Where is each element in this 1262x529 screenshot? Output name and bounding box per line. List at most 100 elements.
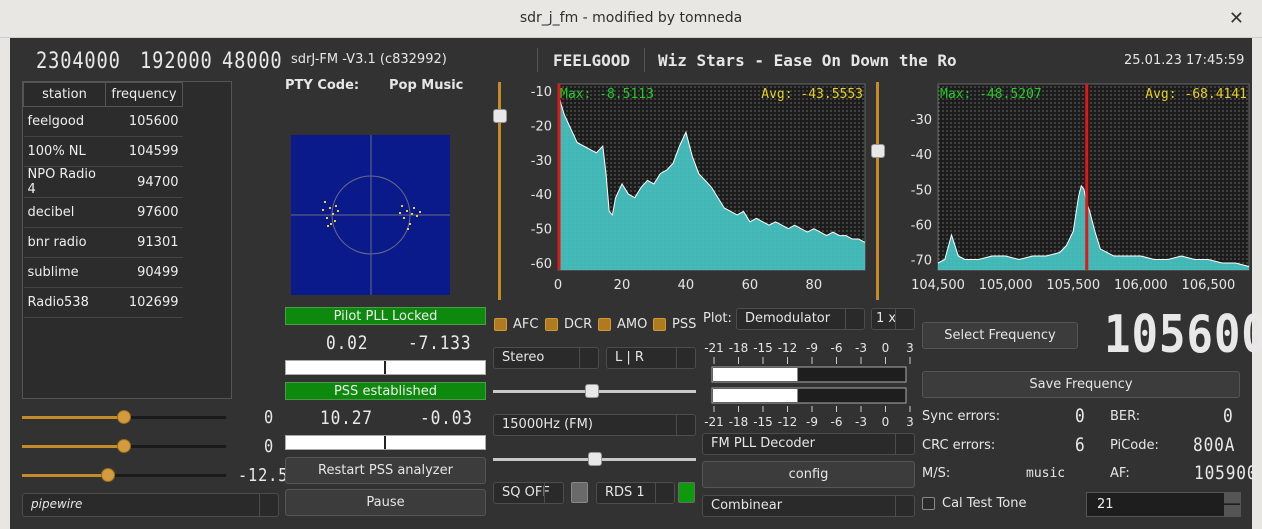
y-tick-label: -60	[531, 257, 552, 272]
gain-slider-2-knob[interactable]	[117, 439, 131, 453]
slider-track	[122, 445, 226, 448]
cal-test-tone-checkbox[interactable]	[922, 497, 935, 510]
channel-select[interactable]: L | R	[606, 347, 696, 369]
pss-checkbox[interactable]	[653, 318, 666, 331]
level-scale-label: -6	[831, 341, 843, 355]
close-icon[interactable]: ✕	[1229, 8, 1244, 29]
table-header-row: station frequency	[23, 82, 183, 107]
pilot-phase-bar	[285, 360, 486, 375]
filter-select[interactable]: 15000Hz (FM)	[493, 414, 696, 436]
gain-slider-3-knob[interactable]	[101, 468, 115, 482]
audio-rate-lcd: 48000	[222, 49, 283, 74]
station-name-cell[interactable]: NPO Radio 4	[23, 166, 106, 198]
table-row[interactable]: sublime 90499	[23, 257, 183, 288]
pause-button[interactable]: Pause	[285, 489, 486, 516]
ber-value: 0	[1223, 405, 1234, 427]
rds-select[interactable]: RDS 1	[596, 482, 675, 504]
balance-slider-knob[interactable]	[585, 384, 599, 398]
slider-track	[108, 474, 226, 477]
gain-slider-1-knob[interactable]	[117, 410, 131, 424]
ber-label: BER:	[1110, 409, 1141, 424]
save-frequency-button[interactable]: Save Frequency	[922, 371, 1240, 398]
level-scale-label: -15	[753, 341, 773, 355]
demodulator-spectrum: -10 -20 -30 -40 -50 -600 20 40 60 80 Max: -8.5113 A…	[531, 83, 866, 293]
y-tick-label: -40	[911, 148, 932, 163]
app-window: sdr_j_fm - modified by tomneda ✕ 2304000…	[0, 0, 1262, 529]
spin-down-icon[interactable]	[1224, 505, 1240, 516]
station-name-cell[interactable]: sublime	[23, 257, 106, 288]
decimation-rate-lcd: 192000	[140, 49, 213, 74]
input-rate-lcd: 2304000	[36, 49, 121, 74]
slider-fill	[22, 474, 108, 477]
plot-select[interactable]: Demodulator	[736, 308, 865, 330]
dcr-label: DCR	[564, 317, 593, 332]
audio-level-meter: -21 -18 -15 -12 -9 -6 -3 0 3 -21 -18 -15 -12 -9 -6 -3 0…	[704, 341, 914, 429]
station-frequency-cell[interactable]: 97600	[105, 197, 183, 228]
avg-annotation: Avg: -68.4141	[1145, 87, 1247, 102]
station-name-label: FEELGOOD	[553, 51, 631, 70]
cal-test-tone-label: Cal Test Tone	[942, 496, 1027, 511]
datetime-label: 25.01.23 17:45:59	[1124, 53, 1245, 68]
table-row[interactable]: bnr radio 91301	[23, 227, 183, 258]
dcr-checkbox[interactable]	[545, 318, 558, 331]
amo-checkbox[interactable]	[598, 318, 611, 331]
config-button[interactable]: config	[702, 461, 915, 488]
station-frequency-cell[interactable]: 105600	[105, 106, 183, 137]
pty-value: Pop Music	[389, 78, 464, 93]
select-frequency-button[interactable]: Select Frequency	[922, 322, 1078, 349]
level-scale-label: -12	[778, 341, 798, 355]
station-name-cell[interactable]: Radio538	[23, 287, 106, 318]
station-name-cell[interactable]: feelgood	[23, 106, 106, 137]
vslider-1-knob[interactable]	[493, 109, 507, 123]
table-row[interactable]: NPO Radio 4 94700	[23, 166, 183, 198]
station-name-cell[interactable]: decibel	[23, 197, 106, 228]
level-right-fill	[713, 389, 798, 402]
x-tick-label: 105,000	[979, 278, 1033, 293]
stereo-select[interactable]: Stereo	[493, 347, 599, 369]
x-tick-label: 106,000	[1114, 278, 1168, 293]
level-scale-label: -12	[778, 415, 798, 429]
station-frequency-cell[interactable]: 102699	[105, 287, 183, 318]
x-tick-label: 105,500	[1046, 278, 1100, 293]
level-left-fill	[713, 368, 798, 381]
amo-label: AMO	[617, 317, 648, 332]
slider-1-value: 0	[264, 407, 275, 428]
pss-label: PSS	[672, 317, 697, 332]
picode-value: 800A	[1193, 434, 1236, 456]
zoom-select[interactable]: 1 x	[871, 308, 915, 330]
level-scale-label: -9	[806, 415, 818, 429]
vslider-2-knob[interactable]	[871, 144, 885, 158]
station-frequency-cell[interactable]: 94700	[105, 166, 183, 198]
station-frequency-cell[interactable]: 104599	[105, 136, 183, 167]
x-tick-label: 40	[678, 278, 695, 293]
slider-fill	[22, 445, 122, 448]
table-row[interactable]: decibel 97600	[23, 197, 183, 228]
station-name-cell[interactable]: 100% NL	[23, 136, 106, 167]
level-scale-label: 0	[882, 415, 890, 429]
station-frequency-cell[interactable]: 90499	[105, 257, 183, 288]
table-row[interactable]: feelgood 105600	[23, 106, 183, 137]
squelch-select[interactable]: SQ OFF	[493, 482, 564, 504]
volume-slider-knob[interactable]	[588, 452, 602, 466]
spinbox[interactable]: 21	[1086, 492, 1241, 517]
station-name-cell[interactable]: bnr radio	[23, 227, 106, 258]
y-tick-label: -50	[531, 223, 552, 238]
restart-pss-button[interactable]: Restart PSS analyzer	[285, 457, 486, 484]
level-scale-label: -9	[806, 341, 818, 355]
column-header-frequency[interactable]: frequency	[105, 82, 183, 107]
station-frequency-cell[interactable]: 91301	[105, 227, 183, 258]
level-scale-label: -18	[729, 341, 749, 355]
audio-device-select[interactable]: pipewire	[22, 493, 279, 517]
afc-checkbox[interactable]	[494, 318, 507, 331]
station-list[interactable]: station frequency feelgood 105600 100% NL 1…	[22, 81, 232, 399]
pss-lcd-b: -0.03	[420, 407, 473, 429]
table-row[interactable]: Radio538 102699	[23, 287, 183, 318]
level-scale-label: -3	[855, 415, 867, 429]
decoder-select[interactable]: FM PLL Decoder	[702, 433, 915, 455]
table-row[interactable]: 100% NL 104599	[23, 136, 183, 167]
combine-select[interactable]: Combinear	[702, 495, 915, 517]
spin-up-icon[interactable]	[1224, 493, 1240, 504]
slider-fill	[22, 416, 122, 419]
y-tick-label: -20	[531, 119, 552, 134]
column-header-station[interactable]: station	[23, 82, 106, 107]
